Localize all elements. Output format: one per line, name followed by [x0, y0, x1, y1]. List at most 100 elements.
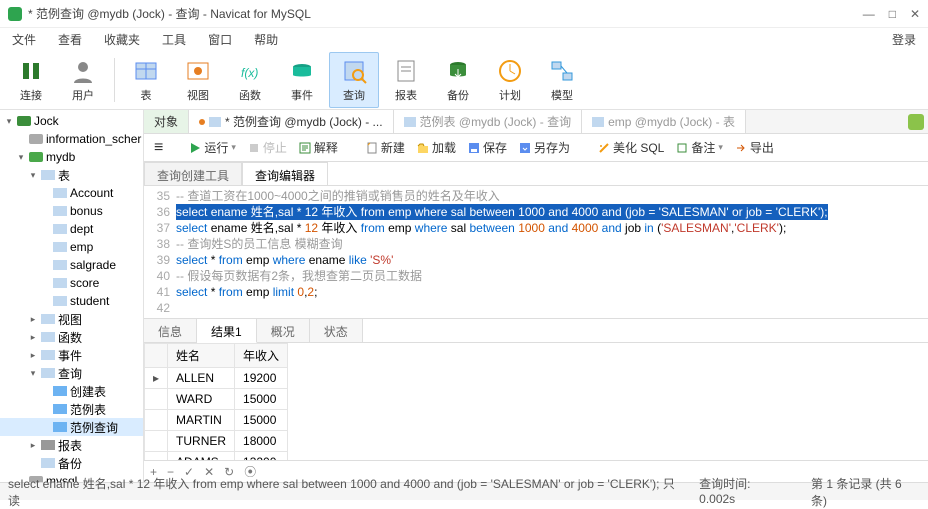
svg-text:f(x): f(x)	[241, 66, 258, 80]
status-sql: select ename 姓名,sal * 12 年收入 from emp wh…	[8, 475, 681, 509]
hamburger-button[interactable]: ≡	[150, 137, 167, 159]
result-grid[interactable]: 姓名年收入▸ALLEN19200WARD15000MARTIN15000TURN…	[144, 343, 928, 460]
explain-button[interactable]: 解释	[295, 137, 342, 158]
tool-connect[interactable]: 连接	[6, 53, 56, 107]
tool-view[interactable]: 视图	[173, 53, 223, 107]
document-tab[interactable]: 对象	[144, 110, 189, 133]
notes-icon	[676, 142, 688, 154]
menu-工具[interactable]: 工具	[162, 31, 186, 48]
app-icon	[8, 7, 22, 21]
tree-item[interactable]: emp	[0, 238, 143, 256]
tree-item[interactable]: ▾查询	[0, 364, 143, 382]
column-header[interactable]: 姓名	[168, 344, 235, 368]
export-button[interactable]: 导出	[731, 137, 778, 158]
tree-item[interactable]: salgrade	[0, 256, 143, 274]
result-tab[interactable]: 结果1	[197, 319, 257, 343]
query-subtabs: 查询创建工具查询编辑器	[144, 162, 928, 186]
document-tabs: 对象* 范例查询 @mydb (Jock) - ...范例表 @mydb (Jo…	[144, 110, 928, 134]
beautify-button[interactable]: 美化 SQL	[594, 137, 668, 158]
menu-文件[interactable]: 文件	[12, 31, 36, 48]
document-tab[interactable]: emp @mydb (Jock) - 表	[582, 110, 746, 133]
tree-item[interactable]: student	[0, 292, 143, 310]
save-icon	[468, 142, 480, 154]
result-tab[interactable]: 信息	[144, 319, 197, 342]
tree-item[interactable]: information_scher	[0, 130, 143, 148]
notes-button[interactable]: 备注▾	[672, 137, 727, 158]
tree-item[interactable]: 范例表	[0, 400, 143, 418]
tree-item[interactable]: 范例查询	[0, 418, 143, 436]
tool-query[interactable]: 查询	[329, 52, 379, 108]
menu-收藏夹[interactable]: 收藏夹	[104, 31, 140, 48]
db-tree-sidebar: ▾Jockinformation_scher▾mydb▾表Accountbonu…	[0, 110, 144, 482]
plan-icon	[496, 57, 524, 85]
view-icon	[184, 57, 212, 85]
load-button[interactable]: 加载	[413, 137, 460, 158]
query-icon	[340, 57, 368, 85]
menu-帮助[interactable]: 帮助	[254, 31, 278, 48]
maintenance-icon[interactable]	[908, 114, 924, 130]
report-icon	[392, 57, 420, 85]
table-row[interactable]: WARD15000	[145, 389, 288, 410]
result-tabs: 信息结果1概况状态	[144, 319, 928, 343]
tool-user[interactable]: 用户	[58, 53, 108, 107]
tree-item[interactable]: ▾表	[0, 166, 143, 184]
save-button[interactable]: 保存	[464, 137, 511, 158]
table-row[interactable]: ▸ALLEN19200	[145, 368, 288, 389]
table-row[interactable]: MARTIN15000	[145, 410, 288, 431]
tool-report[interactable]: 报表	[381, 53, 431, 107]
dirty-indicator	[199, 119, 205, 125]
tree-item[interactable]: ▸事件	[0, 346, 143, 364]
subtab[interactable]: 查询编辑器	[242, 162, 328, 185]
minimize-icon[interactable]: —	[863, 7, 875, 21]
saveas-button[interactable]: 另存为	[515, 137, 574, 158]
stop-icon	[248, 142, 260, 154]
subtab[interactable]: 查询创建工具	[144, 162, 242, 185]
document-tab[interactable]: * 范例查询 @mydb (Jock) - ...	[189, 110, 394, 133]
result-tab[interactable]: 概况	[257, 319, 310, 342]
tree-item[interactable]: ▾mydb	[0, 148, 143, 166]
maximize-icon[interactable]: □	[889, 7, 896, 21]
tab-icon	[404, 117, 416, 127]
tree-item[interactable]: dept	[0, 220, 143, 238]
document-tab[interactable]: 范例表 @mydb (Jock) - 查询	[394, 110, 583, 133]
run-button[interactable]: 运行▾	[185, 137, 240, 158]
table-row[interactable]: TURNER18000	[145, 431, 288, 452]
saveas-icon	[519, 142, 531, 154]
tab-icon	[592, 117, 604, 127]
menu-窗口[interactable]: 窗口	[208, 31, 232, 48]
wand-icon	[598, 142, 610, 154]
event-icon	[288, 57, 316, 85]
login-link[interactable]: 登录	[892, 31, 916, 48]
column-header[interactable]: 年收入	[235, 344, 288, 368]
tree-item[interactable]: 创建表	[0, 382, 143, 400]
tree-item[interactable]: ▸报表	[0, 436, 143, 454]
tool-backup[interactable]: 备份	[433, 53, 483, 107]
tree-item[interactable]: bonus	[0, 202, 143, 220]
sql-editor[interactable]: 35-- 查道工资在1000~4000之间的推销或销售员的姓名及年收入36sel…	[144, 186, 928, 319]
result-tab[interactable]: 状态	[310, 319, 363, 342]
tool-func[interactable]: f(x)函数	[225, 53, 275, 107]
main-panel: 对象* 范例查询 @mydb (Jock) - ...范例表 @mydb (Jo…	[144, 110, 928, 482]
tool-model[interactable]: 模型	[537, 53, 587, 107]
connect-icon	[17, 57, 45, 85]
new-icon	[366, 142, 378, 154]
new-button[interactable]: 新建	[362, 137, 409, 158]
tree-item[interactable]: score	[0, 274, 143, 292]
status-bar: select ename 姓名,sal * 12 年收入 from emp wh…	[0, 482, 928, 500]
status-time: 查询时间: 0.002s	[699, 475, 789, 509]
tree-item[interactable]: ▸视图	[0, 310, 143, 328]
backup-icon	[444, 57, 472, 85]
window-title: * 范例查询 @mydb (Jock) - 查询 - Navicat for M…	[28, 5, 863, 22]
tree-item[interactable]: 备份	[0, 454, 143, 472]
tool-event[interactable]: 事件	[277, 53, 327, 107]
close-icon[interactable]: ✕	[910, 7, 920, 21]
tree-item[interactable]: ▸函数	[0, 328, 143, 346]
table-row[interactable]: ADAMS13200	[145, 452, 288, 461]
stop-button[interactable]: 停止	[244, 137, 291, 158]
menu-查看[interactable]: 查看	[58, 31, 82, 48]
export-icon	[735, 142, 747, 154]
tree-item[interactable]: Account	[0, 184, 143, 202]
tool-plan[interactable]: 计划	[485, 53, 535, 107]
tree-item[interactable]: ▾Jock	[0, 112, 143, 130]
tool-table[interactable]: 表	[121, 53, 171, 107]
